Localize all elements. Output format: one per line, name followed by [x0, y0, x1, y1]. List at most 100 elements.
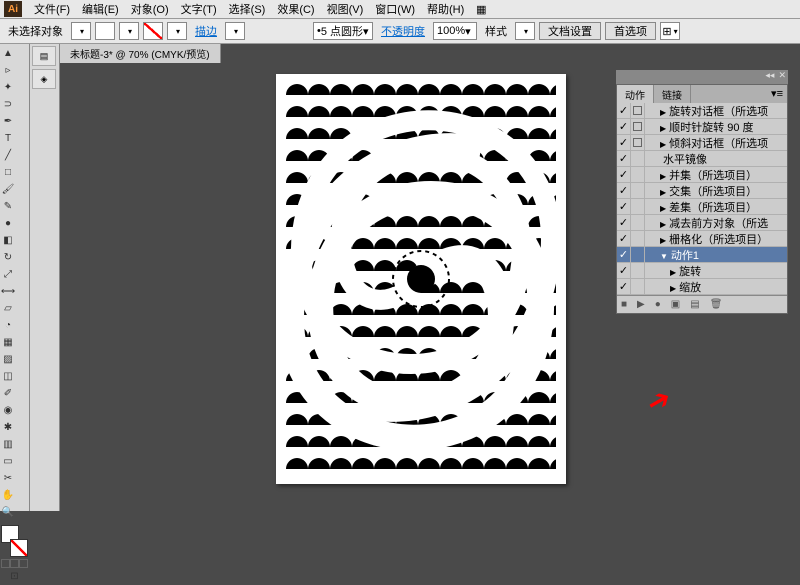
eyedropper-tool[interactable]: ✐	[1, 385, 15, 402]
action-row[interactable]: ✓▶旋转对话框（所选项	[617, 103, 787, 119]
dialog-toggle[interactable]	[631, 183, 645, 198]
menu-effect[interactable]: 效果(C)	[271, 1, 320, 17]
dialog-toggle[interactable]	[631, 103, 645, 118]
magic-wand-tool[interactable]: ✦	[1, 79, 15, 96]
menu-type[interactable]: 文字(T)	[175, 1, 223, 17]
menu-window[interactable]: 窗口(W)	[369, 1, 421, 17]
menu-object[interactable]: 对象(O)	[125, 1, 175, 17]
action-row[interactable]: ✓▶差集（所选项目）	[617, 199, 787, 215]
stroke-weight-dropdown[interactable]: ▾	[225, 22, 245, 40]
pen-tool[interactable]: ✒	[1, 113, 15, 130]
delete-button[interactable]: 🗑	[710, 299, 723, 310]
artboard-tool[interactable]: ▭	[1, 453, 15, 470]
lasso-tool[interactable]: ⊃	[1, 96, 15, 113]
line-tool[interactable]: ╱	[1, 147, 15, 164]
action-row[interactable]: ✓▶减去前方对象（所选	[617, 215, 787, 231]
stop-button[interactable]: ■	[621, 299, 627, 310]
doc-setup-button[interactable]: 文档设置	[539, 22, 601, 40]
scale-tool[interactable]: ⤢	[1, 266, 15, 283]
selection-tool[interactable]: ▲	[1, 45, 15, 62]
collapse-icon[interactable]: ◂◂	[765, 70, 774, 84]
new-set-button[interactable]: ▣	[671, 299, 680, 310]
toggle-check[interactable]: ✓	[617, 199, 631, 214]
menu-select[interactable]: 选择(S)	[223, 1, 272, 17]
width-tool[interactable]: ⟷	[1, 283, 15, 300]
brush-field[interactable]: • 5 点圆形 ▾	[313, 22, 373, 40]
rectangle-tool[interactable]: □	[1, 164, 15, 181]
shape-builder-tool[interactable]: ◔	[1, 317, 15, 334]
rotate-tool[interactable]: ↻	[1, 249, 15, 266]
toggle-check[interactable]: ✓	[617, 279, 631, 294]
screen-mode[interactable]: ⊡	[1, 568, 28, 585]
gradient-tool[interactable]: ◫	[1, 368, 15, 385]
blend-tool[interactable]: ◉	[1, 402, 15, 419]
perspective-tool[interactable]: ▦	[1, 334, 15, 351]
toggle-check[interactable]: ✓	[617, 135, 631, 150]
paintbrush-tool[interactable]: 🖌	[1, 181, 15, 198]
opacity-link[interactable]: 不透明度	[377, 23, 429, 39]
action-row[interactable]: ✓▶交集（所选项目）	[617, 183, 787, 199]
dock-icon-1[interactable]: ▤	[32, 46, 56, 66]
style-dropdown[interactable]: ▾	[515, 22, 535, 40]
action-row[interactable]: ✓▶缩放	[617, 279, 787, 295]
dialog-toggle[interactable]	[631, 135, 645, 150]
dialog-toggle[interactable]	[631, 247, 645, 262]
toggle-check[interactable]: ✓	[617, 151, 631, 166]
menu-file[interactable]: 文件(F)	[28, 1, 76, 17]
panel-collapse-bar[interactable]: ◂◂ ✕	[616, 70, 788, 84]
record-button[interactable]: ●	[655, 299, 661, 310]
dialog-toggle[interactable]	[631, 263, 645, 278]
help-icon[interactable]: ▦	[474, 2, 488, 16]
stroke-proxy[interactable]	[10, 539, 28, 557]
artboard[interactable]	[276, 74, 566, 484]
stroke-color-dropdown[interactable]: ▾	[167, 22, 187, 40]
slice-tool[interactable]: ✂	[1, 470, 15, 487]
panel-menu-icon[interactable]: ▾≡	[767, 85, 787, 103]
dialog-toggle[interactable]	[631, 199, 645, 214]
symbol-sprayer-tool[interactable]: ✱	[1, 419, 15, 436]
pencil-tool[interactable]: ✎	[1, 198, 15, 215]
toggle-check[interactable]: ✓	[617, 247, 631, 262]
close-icon[interactable]: ✕	[778, 70, 786, 84]
action-row[interactable]: ✓▶旋转	[617, 263, 787, 279]
mesh-tool[interactable]: ▨	[1, 351, 15, 368]
opacity-field[interactable]: 100%▾	[433, 22, 477, 40]
dialog-toggle[interactable]	[631, 151, 645, 166]
toggle-check[interactable]: ✓	[617, 119, 631, 134]
dialog-toggle[interactable]	[631, 279, 645, 294]
align-dropdown[interactable]: ⊞▾	[660, 22, 680, 40]
action-row[interactable]: ✓▼动作1	[617, 247, 787, 263]
dialog-toggle[interactable]	[631, 215, 645, 230]
dock-icon-2[interactable]: ◈	[32, 69, 56, 89]
dialog-toggle[interactable]	[631, 119, 645, 134]
color-proxy[interactable]	[1, 525, 28, 557]
tab-actions[interactable]: 动作	[617, 85, 654, 103]
prefs-button[interactable]: 首选项	[605, 22, 656, 40]
action-row[interactable]: ✓▶顺时针旋转 90 度	[617, 119, 787, 135]
tab-links[interactable]: 链接	[654, 85, 691, 103]
document-tab[interactable]: 未标题-3* @ 70% (CMYK/预览)	[60, 44, 221, 63]
direct-selection-tool[interactable]: ▹	[1, 62, 15, 79]
fill-color-dropdown[interactable]: ▾	[119, 22, 139, 40]
blob-brush-tool[interactable]: ●	[1, 215, 15, 232]
zoom-tool[interactable]: 🔍	[1, 504, 15, 521]
dialog-toggle[interactable]	[631, 231, 645, 246]
toggle-check[interactable]: ✓	[617, 231, 631, 246]
menu-edit[interactable]: 编辑(E)	[76, 1, 125, 17]
free-transform-tool[interactable]: ▱	[1, 300, 15, 317]
dialog-toggle[interactable]	[631, 167, 645, 182]
toggle-check[interactable]: ✓	[617, 263, 631, 278]
type-tool[interactable]: T	[1, 130, 15, 147]
fill-swatch[interactable]	[95, 22, 115, 40]
new-action-button[interactable]: ▤	[690, 299, 699, 310]
toggle-check[interactable]: ✓	[617, 183, 631, 198]
fill-dropdown[interactable]: ▾	[71, 22, 91, 40]
action-row[interactable]: ✓▶并集（所选项目）	[617, 167, 787, 183]
toggle-check[interactable]: ✓	[617, 167, 631, 182]
action-row[interactable]: ✓▶栅格化（所选项目）	[617, 231, 787, 247]
action-row[interactable]: ✓水平镜像	[617, 151, 787, 167]
hand-tool[interactable]: ✋	[1, 487, 15, 504]
menu-view[interactable]: 视图(V)	[321, 1, 370, 17]
toggle-check[interactable]: ✓	[617, 215, 631, 230]
graph-tool[interactable]: ▥	[1, 436, 15, 453]
